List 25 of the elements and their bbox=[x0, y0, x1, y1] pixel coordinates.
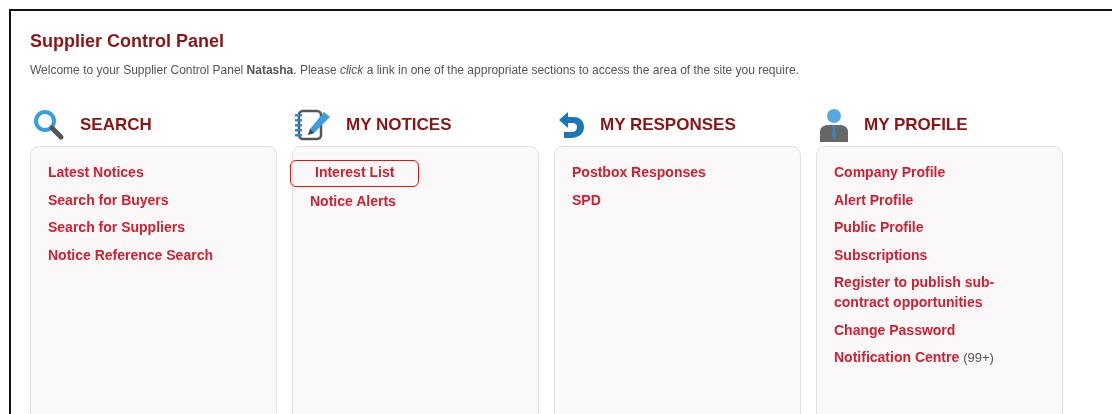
section-heading: SEARCH bbox=[80, 115, 152, 135]
section-heading: MY RESPONSES bbox=[600, 115, 736, 135]
section-link[interactable]: Search for Buyers bbox=[48, 190, 169, 211]
section-link[interactable]: Notice Alerts bbox=[310, 191, 396, 212]
section-link[interactable]: Alert Profile bbox=[834, 190, 914, 211]
search-icon bbox=[32, 109, 66, 141]
section-link[interactable]: Postbox Responses bbox=[572, 163, 706, 183]
section-link[interactable]: Notice Reference Search bbox=[48, 245, 213, 266]
page-title: Supplier Control Panel bbox=[30, 31, 226, 52]
section-link[interactable]: Subscriptions bbox=[834, 245, 928, 266]
person-icon bbox=[818, 108, 850, 142]
section-link[interactable]: Notification Centre bbox=[834, 348, 960, 368]
notification-count: (99+) bbox=[963, 350, 994, 366]
section-link[interactable]: Latest Notices bbox=[48, 163, 144, 183]
section-link[interactable]: Company Profile bbox=[834, 163, 946, 183]
notepad-pencil-icon bbox=[294, 108, 332, 142]
section-link[interactable]: Interest List bbox=[290, 160, 420, 187]
section-link[interactable]: Change Password bbox=[834, 320, 956, 341]
section-heading: MY PROFILE bbox=[864, 115, 968, 135]
section-link[interactable]: Public Profile bbox=[834, 218, 924, 238]
section-link[interactable]: Register to publish sub-contract opportunities bbox=[834, 273, 1014, 313]
welcome-text: Welcome to your Supplier Control Panel Natasha. Please click a link in one of the appropriate sections to access the area of the site you require. bbox=[30, 63, 800, 77]
section-link[interactable]: SPD bbox=[572, 190, 601, 211]
section-link[interactable]: Search for Suppliers bbox=[48, 218, 185, 238]
section-heading: MY NOTICES bbox=[346, 115, 452, 135]
